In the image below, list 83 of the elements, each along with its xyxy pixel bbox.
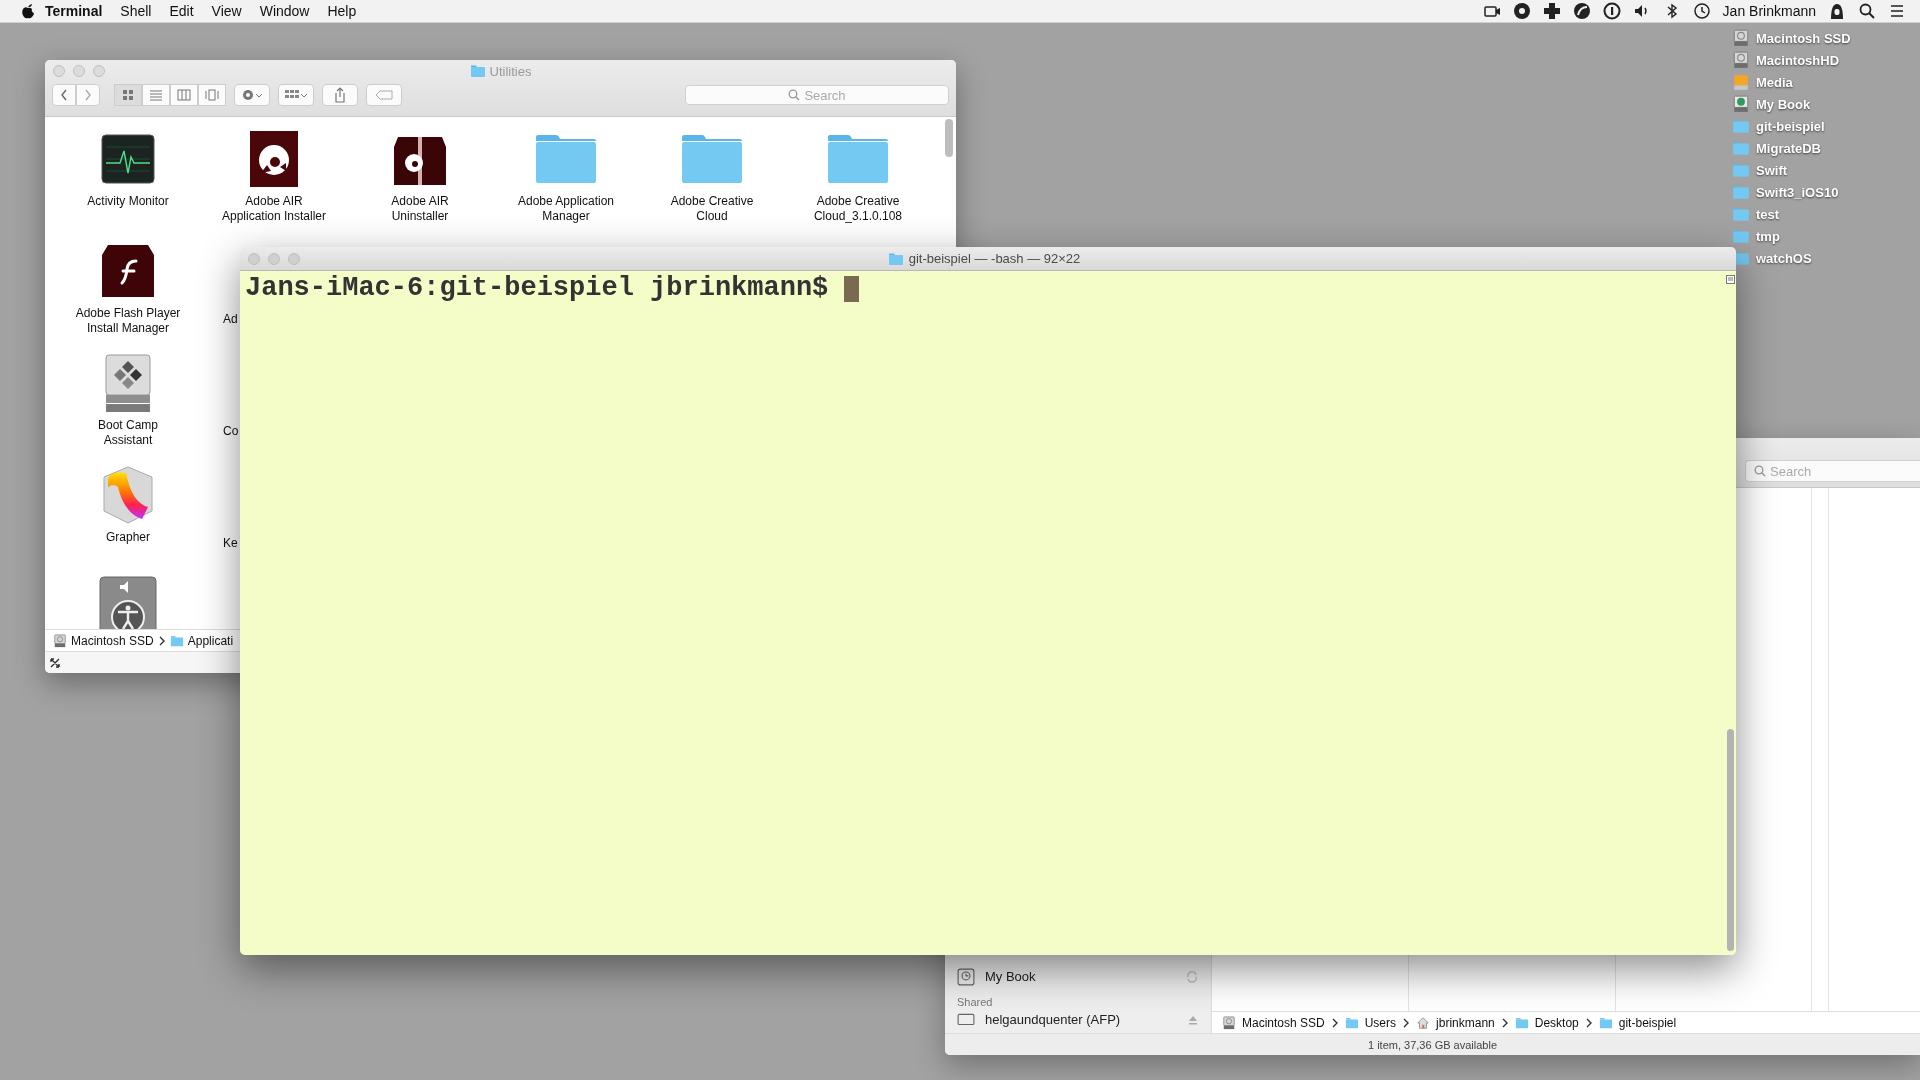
file-name[interactable]: Adobe AIR Application Installer: [221, 194, 327, 224]
text-cursor: [844, 276, 860, 302]
sync-icon: [1185, 969, 1199, 984]
list-icon[interactable]: [1888, 2, 1906, 20]
folder-icon: [169, 633, 184, 648]
columns-icon: [177, 88, 191, 102]
prompt-text: Jans-iMac-6:git-beispiel jbrinkmann$: [245, 273, 829, 303]
menu-item[interactable]: Edit: [160, 3, 203, 19]
view-button[interactable]: [114, 84, 142, 106]
search-icon[interactable]: [1858, 2, 1876, 20]
menu-item[interactable]: Help: [318, 3, 366, 19]
file-name[interactable]: Boot Camp Assistant: [98, 418, 158, 448]
gear-icon: [241, 88, 263, 102]
menu-item[interactable]: Shell: [111, 3, 161, 19]
share-button[interactable]: [322, 84, 358, 106]
search-icon: [788, 89, 801, 101]
chevron-icon: [1330, 1017, 1339, 1028]
path-item[interactable]: git-beispiel: [1618, 1015, 1677, 1030]
folder-icon: [469, 63, 486, 79]
window-title: Utilities: [489, 63, 532, 79]
chevron-icon: [1500, 1017, 1509, 1028]
file-name[interactable]: Adobe Flash Player Install Manager: [75, 306, 181, 336]
house-icon: [1416, 1015, 1431, 1030]
sidebar-header: Shared: [957, 995, 994, 1008]
chevron-right-icon: [84, 89, 92, 101]
file-name[interactable]: Activity Monitor: [87, 194, 169, 209]
file-name[interactable]: Grapher: [106, 530, 150, 545]
file-name[interactable]: Ke: [223, 536, 238, 551]
view-button[interactable]: [170, 84, 198, 106]
arrange-button[interactable]: [278, 84, 314, 106]
menu-item[interactable]: View: [202, 3, 251, 19]
file-name[interactable]: Adobe Application Manager: [517, 194, 615, 224]
file-name[interactable]: Adobe AIR Uninstaller: [391, 194, 449, 224]
action-button[interactable]: [234, 84, 270, 106]
view-button[interactable]: [198, 84, 226, 106]
file-name[interactable]: Ad: [223, 312, 238, 327]
hooded-figure-icon[interactable]: [1828, 2, 1846, 20]
path-item[interactable]: Applicati: [187, 633, 234, 648]
info-icon[interactable]: [1602, 2, 1621, 20]
path-item[interactable]: Desktop: [1534, 1015, 1579, 1030]
folder-icon: [1514, 1015, 1529, 1030]
path-item[interactable]: Macintosh SSD: [1242, 1015, 1325, 1030]
file-name[interactable]: Co: [223, 424, 239, 439]
path-item[interactable]: jbrinkmann: [1436, 1015, 1495, 1030]
split-icon[interactable]: [1725, 275, 1735, 284]
accessibility-icon: [96, 575, 160, 629]
cover-flow-icon: [205, 88, 219, 102]
back-button[interactable]: [52, 84, 76, 106]
chevron-left-icon: [60, 89, 68, 101]
forward-button[interactable]: [76, 84, 100, 106]
plus-icon[interactable]: [1542, 2, 1561, 20]
search-icon: [1754, 465, 1766, 477]
path-item[interactable]: Users: [1364, 1015, 1397, 1030]
chevron-icon: [1584, 1017, 1593, 1028]
grid-icon: [121, 88, 135, 102]
folder-icon: [1344, 1015, 1359, 1030]
window-title: git-beispiel — -bash — 92×22: [908, 251, 1081, 266]
menu-item[interactable]: Terminal: [36, 3, 112, 19]
chevron-icon: [1402, 1017, 1411, 1028]
scrollbar-thumb[interactable]: [1726, 729, 1734, 951]
hard-drive-icon[interactable]: [1732, 51, 1750, 69]
chevron-icon: [157, 635, 166, 646]
file-name[interactable]: Adobe Creative Cloud_3.1.0.108: [813, 194, 903, 224]
hard-drive-icon: [1222, 1015, 1236, 1030]
folder-icon: [1598, 1015, 1613, 1030]
menu-item[interactable]: Window: [250, 3, 319, 19]
sidebar-item[interactable]: helgaundquenter (AFP): [985, 1012, 1121, 1027]
user-name[interactable]: Jan Brinkmann: [1722, 3, 1816, 19]
list-icon: [149, 88, 163, 102]
share-icon: [334, 87, 346, 103]
hard-drive-icon: [53, 633, 67, 648]
scrollbar-thumb[interactable]: [945, 119, 953, 157]
sidebar-item[interactable]: My Book: [985, 969, 1036, 984]
status-text: 1 item, 37,36 GB available: [1368, 1038, 1497, 1051]
file-name[interactable]: Adobe Creative Cloud: [670, 194, 754, 224]
view-button[interactable]: [142, 84, 170, 106]
clock-drive-icon[interactable]: [957, 967, 975, 986]
path-item[interactable]: Macintosh SSD: [71, 633, 154, 648]
apple-icon[interactable]: [20, 2, 36, 20]
tag-icon: [375, 90, 393, 100]
hard-drive-icon[interactable]: [1732, 29, 1750, 47]
clock-icon[interactable]: [1692, 2, 1711, 20]
backup-drive-icon[interactable]: [1732, 95, 1750, 113]
